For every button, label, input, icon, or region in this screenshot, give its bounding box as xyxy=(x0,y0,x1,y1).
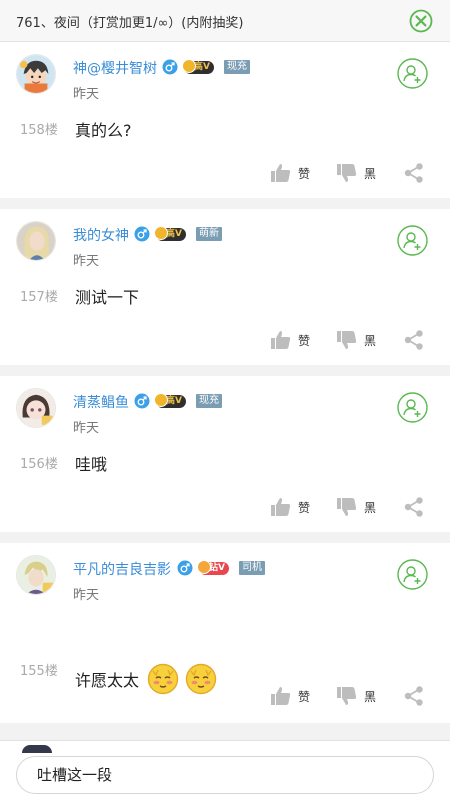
action-bar: 赞 黑 xyxy=(0,684,450,708)
like-label: 赞 xyxy=(298,333,311,348)
share-button[interactable] xyxy=(403,161,425,185)
user-tag: 现充 xyxy=(195,394,222,408)
avatar[interactable] xyxy=(16,221,56,261)
share-icon xyxy=(404,686,423,706)
dislike-button[interactable]: 黑 xyxy=(336,495,376,519)
comment-card: 清蒸鲳鱼 高V 现充 昨天 156楼 哇哦 赞 黑 xyxy=(0,376,450,532)
follow-user-icon[interactable] xyxy=(397,225,428,256)
comment-text: 真的么? xyxy=(75,121,132,140)
male-icon xyxy=(134,393,150,409)
user-badges: 高V 现充 xyxy=(162,58,250,76)
male-icon xyxy=(177,560,193,576)
close-icon[interactable] xyxy=(409,9,433,33)
thumbs-down-icon xyxy=(337,498,357,516)
action-bar: 赞 黑 xyxy=(0,495,450,519)
action-bar: 赞 黑 xyxy=(0,161,450,185)
user-tag: 司机 xyxy=(238,561,265,575)
share-icon xyxy=(404,163,423,183)
thumbs-up-icon xyxy=(271,164,291,182)
male-icon xyxy=(162,59,178,75)
thumbs-up-icon xyxy=(271,331,291,349)
vip-badge: 高V xyxy=(154,392,186,408)
comment-card: 我的女神 高V 萌新 昨天 157楼 测试一下 赞 黑 xyxy=(0,209,450,365)
dislike-label: 黑 xyxy=(364,166,377,181)
comment-text: 测试一下 xyxy=(75,288,140,307)
share-icon xyxy=(404,330,423,350)
post-time: 昨天 xyxy=(73,421,100,436)
comment-card: 神@樱井智树 高V 现充 昨天 158楼 真的么? 赞 黑 xyxy=(0,42,450,198)
like-button[interactable]: 赞 xyxy=(270,161,310,185)
next-avatar-peek xyxy=(22,745,52,753)
comment-card: 平凡的吉良吉影 钻V 司机 昨天 155楼 许愿太太 赞 黑 xyxy=(0,543,450,723)
dislike-button[interactable]: 黑 xyxy=(336,161,376,185)
dislike-label: 黑 xyxy=(364,689,377,704)
avatar[interactable] xyxy=(16,555,56,595)
vip-badge: 高V xyxy=(154,225,186,241)
thumbs-up-icon xyxy=(271,498,291,516)
dislike-label: 黑 xyxy=(364,500,377,515)
thumbs-up-icon xyxy=(271,687,291,705)
post-time: 昨天 xyxy=(73,87,100,102)
vip-badge: 钻V xyxy=(197,559,229,575)
reply-input[interactable]: 吐槽这一段 xyxy=(16,756,434,794)
like-label: 赞 xyxy=(298,689,311,704)
like-label: 赞 xyxy=(298,500,311,515)
share-button[interactable] xyxy=(403,495,425,519)
avatar[interactable] xyxy=(16,388,56,428)
comment-text: 哇哦 xyxy=(75,455,108,474)
dislike-button[interactable]: 黑 xyxy=(336,328,376,352)
username[interactable]: 清蒸鲳鱼 xyxy=(73,392,129,412)
username[interactable]: 神@樱井智树 xyxy=(73,58,157,78)
thumbs-down-icon xyxy=(337,164,357,182)
top-bar: 761、夜间（打赏加更1/∞）(内附抽奖) xyxy=(0,0,450,42)
avatar[interactable] xyxy=(16,54,56,94)
share-button[interactable] xyxy=(403,684,425,708)
like-button[interactable]: 赞 xyxy=(270,684,310,708)
dislike-label: 黑 xyxy=(364,333,377,348)
like-button[interactable]: 赞 xyxy=(270,328,310,352)
chapter-title: 761、夜间（打赏加更1/∞）(内附抽奖) xyxy=(16,16,244,31)
follow-user-icon[interactable] xyxy=(397,58,428,89)
user-tag: 现充 xyxy=(223,60,250,74)
male-icon xyxy=(134,226,150,242)
like-button[interactable]: 赞 xyxy=(270,495,310,519)
share-icon xyxy=(404,497,423,517)
username[interactable]: 平凡的吉良吉影 xyxy=(73,559,171,579)
user-badges: 钻V 司机 xyxy=(177,559,265,577)
share-button[interactable] xyxy=(403,328,425,352)
reply-bar: 吐槽这一段 xyxy=(0,740,450,800)
user-badges: 高V 萌新 xyxy=(134,225,222,243)
thumbs-down-icon xyxy=(337,687,357,705)
user-badges: 高V 现充 xyxy=(134,392,222,410)
floor-number: 157楼 xyxy=(20,290,58,305)
post-time: 昨天 xyxy=(73,254,100,269)
vip-badge: 高V xyxy=(182,58,214,74)
dislike-button[interactable]: 黑 xyxy=(336,684,376,708)
like-label: 赞 xyxy=(298,166,311,181)
floor-number: 155楼 xyxy=(20,664,58,679)
follow-user-icon[interactable] xyxy=(397,559,428,590)
thumbs-down-icon xyxy=(337,331,357,349)
floor-number: 158楼 xyxy=(20,123,58,138)
follow-user-icon[interactable] xyxy=(397,392,428,423)
action-bar: 赞 黑 xyxy=(0,328,450,352)
floor-number: 156楼 xyxy=(20,457,58,472)
post-time: 昨天 xyxy=(73,588,100,603)
user-tag: 萌新 xyxy=(195,227,222,241)
username[interactable]: 我的女神 xyxy=(73,225,129,245)
